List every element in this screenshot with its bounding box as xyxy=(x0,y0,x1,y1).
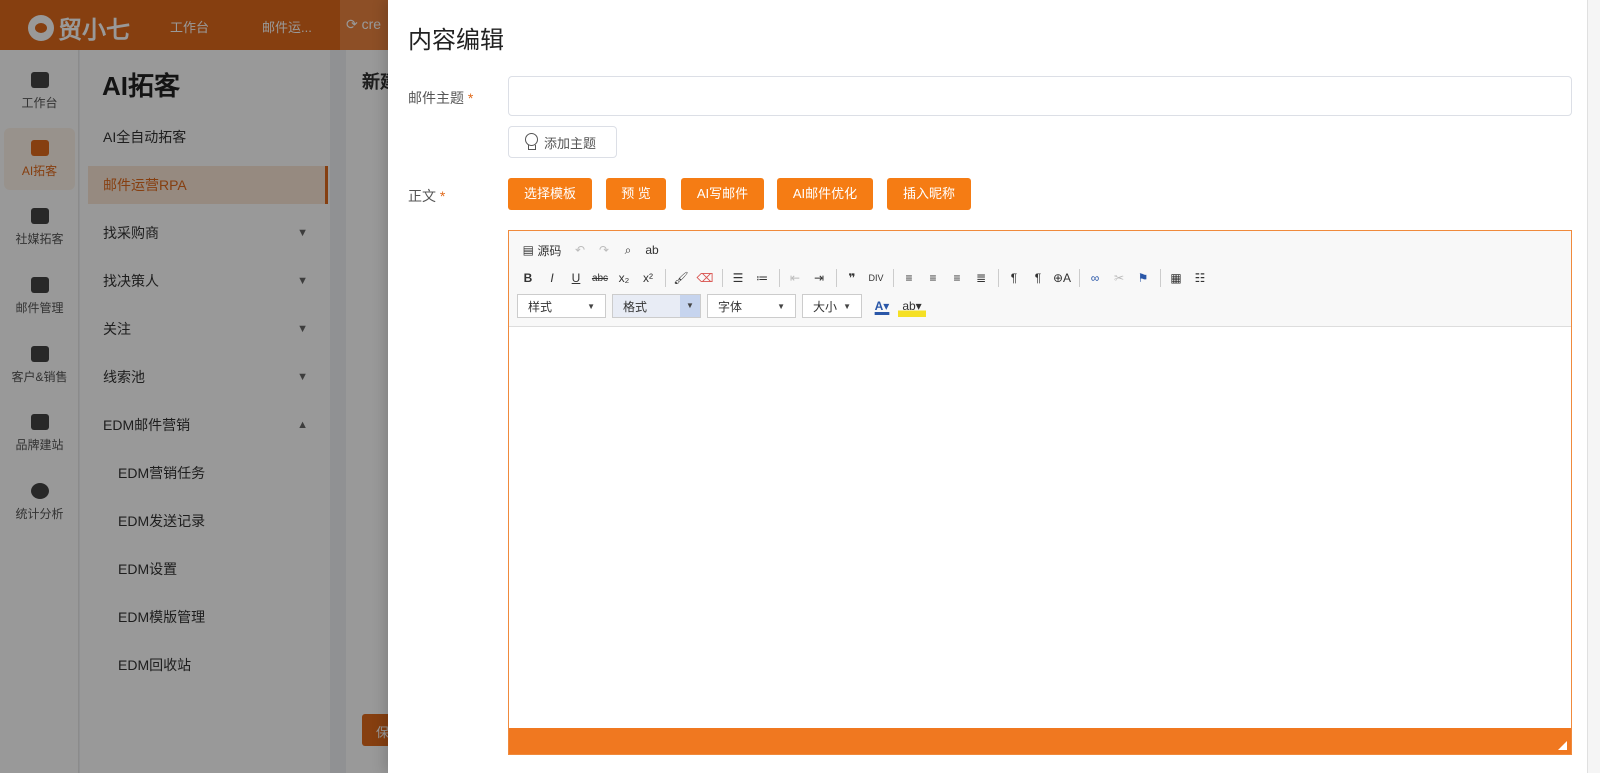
dropdown-arrow-icon: ▼ xyxy=(587,301,595,311)
editor-toolbar: ▤ 源码 ↶ ↷ ⌕ ab B I U abc x₂ x² 🖌 ⌫ ☰ ≔ ⇤ … xyxy=(509,231,1571,327)
body-label-text: 正文 xyxy=(408,188,436,204)
rich-text-editor: ▤ 源码 ↶ ↷ ⌕ ab B I U abc x₂ x² 🖌 ⌫ ☰ ≔ ⇤ … xyxy=(508,230,1572,755)
required-mark: * xyxy=(439,188,446,204)
source-label: 源码 xyxy=(537,243,562,258)
anchor-flag-icon[interactable]: ⚑ xyxy=(1132,267,1154,289)
redo-icon[interactable]: ↷ xyxy=(593,239,615,261)
style-select[interactable]: 样式 ▼ xyxy=(517,294,606,318)
language-icon[interactable]: ⊕A xyxy=(1051,267,1073,289)
toolbar-separator xyxy=(998,269,999,287)
numbered-list-icon[interactable]: ☰ xyxy=(727,267,749,289)
bulleted-list-icon[interactable]: ≔ xyxy=(751,267,773,289)
required-mark: * xyxy=(467,90,474,106)
remove-format-icon[interactable]: ⌫ xyxy=(694,267,716,289)
toolbar-separator xyxy=(779,269,780,287)
body-label: 正文 * xyxy=(408,186,445,206)
content-editor-drawer: 内容编辑 邮件主题 * 添加主题 正文 * 选择模板 预 览 AI写邮件 AI邮… xyxy=(388,0,1600,773)
style-select-value: 样式 xyxy=(528,299,553,314)
superscript-icon[interactable]: x² xyxy=(637,267,659,289)
toolbar-row-2: B I U abc x₂ x² 🖌 ⌫ ☰ ≔ ⇤ ⇥ ❞ DIV ≡ ≡ ≡ … xyxy=(517,265,1213,291)
source-icon: ▤ xyxy=(522,243,534,257)
unlink-icon[interactable]: ✂ xyxy=(1108,267,1130,289)
spellcheck-icon[interactable]: ab xyxy=(641,239,663,261)
highlight-color-icon[interactable]: ab▾ xyxy=(898,295,926,317)
lightbulb-icon xyxy=(524,133,538,151)
select-template-button[interactable]: 选择模板 xyxy=(508,178,592,210)
toolbar-row-3: 样式 ▼ 格式 ▼ 字体 ▼ 大小 ▼ A▾ ab▾ xyxy=(517,293,928,319)
undo-icon[interactable]: ↶ xyxy=(569,239,591,261)
align-center-icon[interactable]: ≡ xyxy=(922,267,944,289)
format-select-value: 格式 xyxy=(623,299,648,314)
size-select[interactable]: 大小 ▼ xyxy=(802,294,862,318)
dropdown-arrow-icon: ▼ xyxy=(680,295,700,317)
resize-handle-icon[interactable] xyxy=(1558,741,1567,750)
subject-label-text: 邮件主题 xyxy=(408,90,464,106)
align-right-icon[interactable]: ≡ xyxy=(946,267,968,289)
underline-icon[interactable]: U xyxy=(565,267,587,289)
ai-write-email-button[interactable]: AI写邮件 xyxy=(681,178,764,210)
dropdown-arrow-icon: ▼ xyxy=(777,301,785,311)
text-color-icon[interactable]: A▾ xyxy=(868,295,896,317)
subject-input[interactable] xyxy=(508,76,1572,116)
add-subject-button[interactable]: 添加主题 xyxy=(508,126,617,158)
align-justify-icon[interactable]: ≣ xyxy=(970,267,992,289)
table-icon[interactable]: ▦ xyxy=(1165,267,1187,289)
ai-optimize-email-button[interactable]: AI邮件优化 xyxy=(777,178,873,210)
toolbar-separator xyxy=(893,269,894,287)
preview-button[interactable]: 预 览 xyxy=(606,178,666,210)
outdent-icon[interactable]: ⇤ xyxy=(784,267,806,289)
link-icon[interactable]: ∞ xyxy=(1084,267,1106,289)
toolbar-separator xyxy=(836,269,837,287)
font-select[interactable]: 字体 ▼ xyxy=(707,294,796,318)
size-select-value: 大小 xyxy=(813,299,838,314)
format-painter-icon[interactable]: 🖌 xyxy=(670,267,692,289)
format-select[interactable]: 格式 ▼ xyxy=(612,294,701,318)
toolbar-separator xyxy=(722,269,723,287)
find-icon[interactable]: ⌕ xyxy=(617,239,639,261)
div-container-icon[interactable]: DIV xyxy=(865,267,887,289)
insert-nickname-button[interactable]: 插入昵称 xyxy=(887,178,971,210)
rtl-icon[interactable]: ¶ xyxy=(1027,267,1049,289)
editor-status-bar xyxy=(509,728,1571,754)
horizontal-line-icon[interactable]: ☷ xyxy=(1189,267,1211,289)
ltr-icon[interactable]: ¶ xyxy=(1003,267,1025,289)
font-select-value: 字体 xyxy=(718,299,743,314)
toolbar-separator xyxy=(1160,269,1161,287)
dropdown-arrow-icon: ▼ xyxy=(843,301,851,311)
align-left-icon[interactable]: ≡ xyxy=(898,267,920,289)
indent-icon[interactable]: ⇥ xyxy=(808,267,830,289)
drawer-title: 内容编辑 xyxy=(408,27,504,54)
subscript-icon[interactable]: x₂ xyxy=(613,267,635,289)
source-button[interactable]: ▤ 源码 xyxy=(517,239,567,261)
strikethrough-icon[interactable]: abc xyxy=(589,267,611,289)
toolbar-separator xyxy=(665,269,666,287)
italic-icon[interactable]: I xyxy=(541,267,563,289)
blockquote-icon[interactable]: ❞ xyxy=(841,267,863,289)
subject-label: 邮件主题 * xyxy=(408,88,473,108)
add-subject-label: 添加主题 xyxy=(544,135,597,151)
toolbar-separator xyxy=(1079,269,1080,287)
editor-content-area[interactable] xyxy=(509,328,1571,718)
page-scrollbar[interactable] xyxy=(1587,0,1600,773)
toolbar-row-1: ▤ 源码 ↶ ↷ ⌕ ab xyxy=(517,237,665,263)
bold-icon[interactable]: B xyxy=(517,267,539,289)
